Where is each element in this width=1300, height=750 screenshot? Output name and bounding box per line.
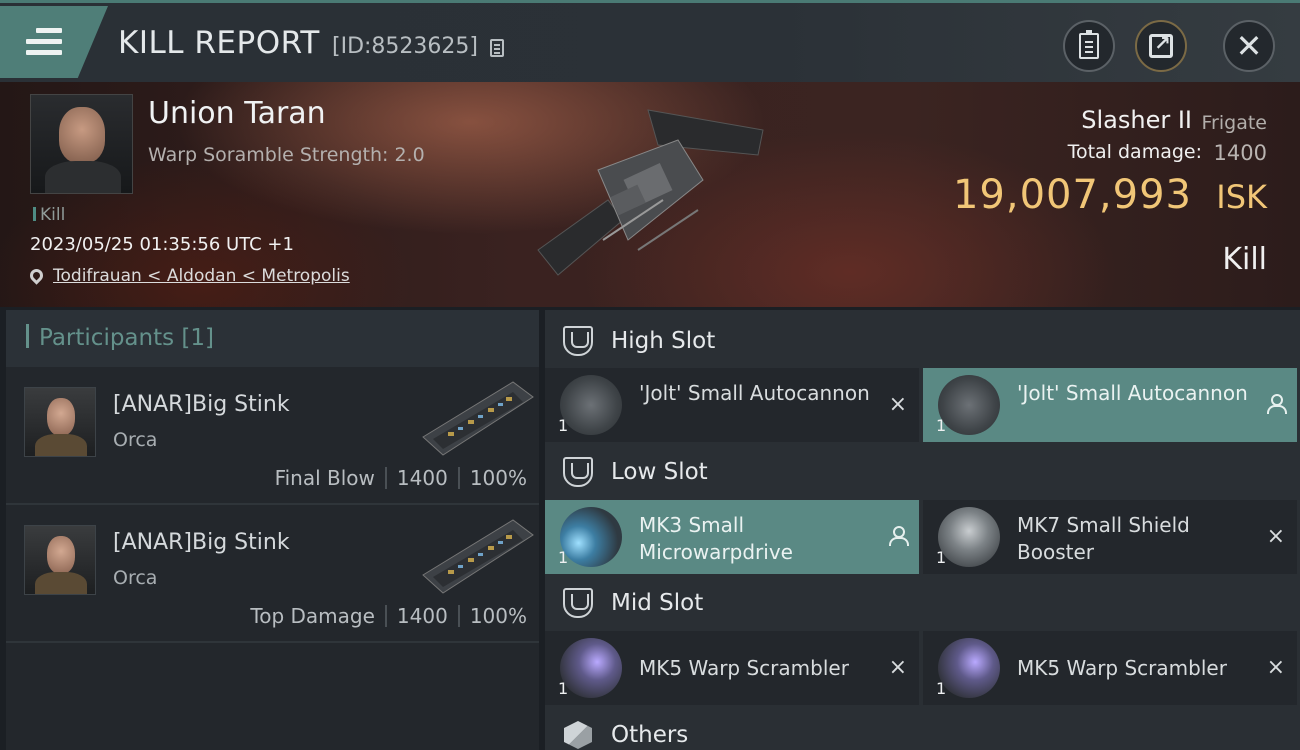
ship-class: Frigate bbox=[1201, 112, 1267, 134]
kill-result: Kill bbox=[1222, 242, 1267, 277]
copy-icon[interactable] bbox=[490, 39, 504, 57]
victim-portrait[interactable] bbox=[30, 94, 133, 194]
participant-avatar[interactable] bbox=[24, 525, 96, 595]
close-button[interactable]: ✕ bbox=[1223, 20, 1275, 72]
dropped-person-icon bbox=[889, 526, 909, 546]
ship-name[interactable]: Slasher II bbox=[1081, 106, 1192, 134]
top-bar: KILL REPORT [ID:8523625] ✕ bbox=[0, 0, 1300, 82]
participant-avatar[interactable] bbox=[24, 387, 96, 457]
close-icon: ✕ bbox=[1235, 27, 1263, 65]
menu-button[interactable] bbox=[0, 6, 108, 78]
dropped-person-icon bbox=[1267, 394, 1287, 414]
cube-icon bbox=[564, 721, 592, 749]
isk-unit: ISK bbox=[1216, 178, 1267, 216]
participant-ship-image bbox=[422, 381, 534, 456]
victim-banner: Union Taran Warp Soramble Strength: 2.0 … bbox=[0, 82, 1300, 307]
victim-subtitle: Warp Soramble Strength: 2.0 bbox=[148, 144, 425, 166]
participant-ship-image bbox=[422, 519, 534, 594]
module-mid-2[interactable]: 1 MK5 Warp Scrambler × bbox=[923, 631, 1297, 705]
menu-icon bbox=[26, 28, 62, 61]
clipboard-button[interactable] bbox=[1063, 20, 1115, 72]
participants-panel: Participants [1] [ANAR]Big Stink Orca Fi… bbox=[6, 310, 539, 750]
destroyed-icon: × bbox=[1266, 655, 1285, 680]
ship-image bbox=[537, 109, 764, 276]
kill-timestamp: 2023/05/25 01:35:56 UTC +1 bbox=[30, 234, 294, 255]
location-link[interactable]: Todifrauan < Aldodan < Metropolis bbox=[53, 266, 350, 286]
high-slot-header: High Slot bbox=[545, 312, 1300, 370]
fitting-panel: High Slot 1 'Jolt' Small Autocannon × 1 … bbox=[545, 310, 1300, 750]
module-mid-1[interactable]: 1 MK5 Warp Scrambler × bbox=[545, 631, 919, 705]
isk-value: 19,007,993 bbox=[952, 172, 1192, 218]
kill-tag: Kill bbox=[33, 205, 65, 225]
participant-row[interactable]: [ANAR]Big Stink Orca Top Damage 1400 100% bbox=[6, 505, 539, 643]
module-low-1[interactable]: 1 MK3 Small Microwarpdrive bbox=[545, 500, 919, 574]
participant-ship: Orca bbox=[113, 567, 158, 589]
participant-row[interactable]: [ANAR]Big Stink Orca Final Blow 1400 100% bbox=[6, 367, 539, 505]
kill-location[interactable]: Todifrauan < Aldodan < Metropolis bbox=[27, 266, 350, 286]
module-high-2[interactable]: 1 'Jolt' Small Autocannon bbox=[923, 368, 1297, 442]
share-icon bbox=[1149, 31, 1173, 58]
module-low-2[interactable]: 1 MK7 Small Shield Booster × bbox=[923, 500, 1297, 574]
participants-header: Participants [1] bbox=[6, 310, 539, 367]
destroyed-icon: × bbox=[1266, 524, 1285, 549]
others-header: Others bbox=[545, 706, 1300, 750]
location-pin-icon bbox=[27, 266, 46, 285]
report-id: [ID:8523625] bbox=[332, 34, 478, 59]
participant-stats: Final Blow 1400 100% bbox=[274, 466, 527, 490]
total-damage-label: Total damage: bbox=[1067, 141, 1202, 163]
shield-booster-icon bbox=[938, 507, 1000, 567]
warp-scrambler-icon bbox=[938, 638, 1000, 698]
clipboard-icon bbox=[1079, 30, 1099, 59]
victim-name[interactable]: Union Taran bbox=[148, 96, 326, 131]
participant-ship: Orca bbox=[113, 429, 158, 451]
participant-name: [ANAR]Big Stink bbox=[113, 530, 290, 555]
low-slot-icon bbox=[563, 457, 593, 487]
total-damage-value: 1400 bbox=[1213, 141, 1267, 165]
participant-name: [ANAR]Big Stink bbox=[113, 392, 290, 417]
low-slot-header: Low Slot bbox=[545, 443, 1300, 501]
autocannon-icon bbox=[938, 375, 1000, 435]
warp-scrambler-icon bbox=[560, 638, 622, 698]
autocannon-icon bbox=[560, 375, 622, 435]
high-slot-icon bbox=[563, 326, 593, 356]
mid-slot-header: Mid Slot bbox=[545, 574, 1300, 632]
destroyed-icon: × bbox=[888, 655, 907, 680]
share-button[interactable] bbox=[1135, 20, 1187, 72]
module-high-1[interactable]: 1 'Jolt' Small Autocannon × bbox=[545, 368, 919, 442]
page-title: KILL REPORT bbox=[118, 25, 320, 61]
mid-slot-icon bbox=[563, 588, 593, 618]
destroyed-icon: × bbox=[888, 392, 907, 417]
participant-stats: Top Damage 1400 100% bbox=[250, 604, 527, 628]
microwarpdrive-icon bbox=[560, 507, 622, 567]
